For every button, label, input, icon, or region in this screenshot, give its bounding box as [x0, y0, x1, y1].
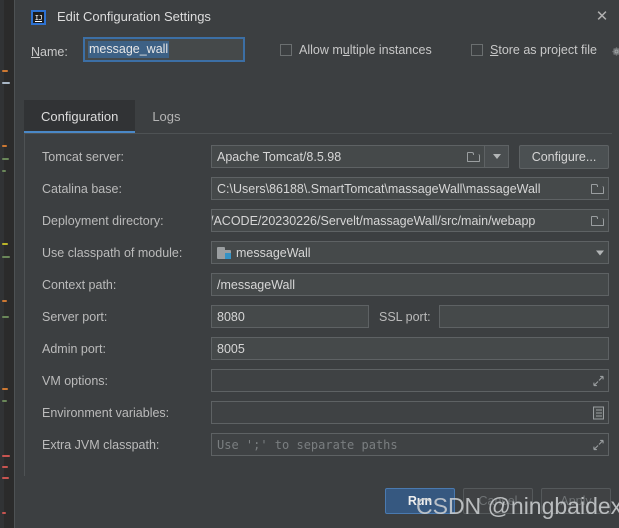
admin-port-value: 8005	[217, 341, 245, 356]
tomcat-server-input[interactable]: Apache Tomcat/8.5.98	[211, 145, 485, 168]
tab-configuration[interactable]: Configuration	[24, 100, 136, 134]
configure-button[interactable]: Configure...	[519, 145, 609, 169]
dialog-footer: Run Cancel Apply	[15, 476, 619, 528]
tomcat-server-value: Apache Tomcat/8.5.98	[217, 149, 342, 164]
field-row-context-path: Context path: /messageWall	[25, 270, 612, 301]
deployment-directory-label: Deployment directory:	[42, 214, 164, 228]
gear-icon[interactable]	[611, 46, 619, 57]
extra-jvm-classpath-label: Extra JVM classpath:	[42, 438, 160, 452]
module-icon	[217, 246, 231, 259]
configuration-form: Tomcat server: Apache Tomcat/8.5.98 Conf…	[24, 133, 612, 476]
extra-jvm-classpath-placeholder: Use ';' to separate paths	[217, 437, 398, 452]
edit-configuration-dialog: IJ Edit Configuration Settings ✕ Name: m…	[14, 0, 619, 528]
background-editor-strip	[0, 0, 14, 528]
catalina-base-input[interactable]: C:\Users\86188\.SmartTomcat\massageWall\…	[211, 177, 609, 200]
catalina-base-label: Catalina base:	[42, 182, 122, 196]
checkbox-allow-multiple-instances[interactable]: Allow multiple instances	[280, 43, 432, 57]
environment-variables-input[interactable]	[211, 401, 609, 424]
chevron-down-icon[interactable]	[596, 250, 604, 255]
context-path-input[interactable]: /messageWall	[211, 273, 609, 296]
field-row-server-port: Server port: 8080 SSL port:	[25, 302, 612, 333]
environment-variables-label: Environment variables:	[42, 406, 170, 420]
tomcat-server-label: Tomcat server:	[42, 150, 124, 164]
admin-port-label: Admin port:	[42, 342, 106, 356]
field-row-environment-variables: Environment variables:	[25, 398, 612, 429]
folder-icon[interactable]	[591, 215, 604, 226]
name-input[interactable]: message_wall	[83, 37, 245, 62]
run-button[interactable]: Run	[385, 488, 455, 514]
server-port-label: Server port:	[42, 310, 108, 324]
name-label: Name:	[31, 45, 68, 59]
field-row-catalina-base: Catalina base: C:\Users\86188\.SmartTomc…	[25, 174, 612, 205]
tomcat-server-dropdown[interactable]	[485, 145, 509, 168]
field-row-vm-options: VM options:	[25, 366, 612, 397]
vm-options-input[interactable]	[211, 369, 609, 392]
server-port-value: 8080	[217, 309, 245, 324]
checkbox-label: Store as project file	[490, 43, 598, 57]
close-icon[interactable]: ✕	[592, 6, 612, 26]
checkbox-box	[471, 44, 483, 56]
field-row-use-classpath-of-module: Use classpath of module: messageWall	[25, 238, 612, 269]
deployment-directory-value: /ACODE/20230226/Servelt/massageWall/src/…	[211, 213, 536, 228]
field-row-admin-port: Admin port: 8005	[25, 334, 612, 365]
checkbox-box	[280, 44, 292, 56]
deployment-directory-input[interactable]: /ACODE/20230226/Servelt/massageWall/src/…	[211, 209, 609, 232]
admin-port-input[interactable]: 8005	[211, 337, 609, 360]
dialog-tabs: Configuration Logs	[24, 100, 198, 134]
ssl-port-input[interactable]	[439, 305, 609, 328]
use-classpath-of-module-combobox[interactable]: messageWall	[211, 241, 609, 264]
use-classpath-of-module-value: messageWall	[236, 245, 311, 260]
extra-jvm-classpath-input[interactable]: Use ';' to separate paths	[211, 433, 609, 456]
chevron-down-icon	[492, 154, 501, 159]
folder-icon[interactable]	[591, 183, 604, 194]
intellij-idea-icon: IJ	[31, 10, 46, 25]
server-port-input[interactable]: 8080	[211, 305, 369, 328]
editor-gutter	[0, 0, 4, 528]
context-path-value: /messageWall	[217, 277, 296, 292]
configuration-name-row: Name: message_wall Allow multiple instan…	[15, 34, 619, 70]
folder-icon[interactable]	[467, 151, 480, 162]
list-editor-icon[interactable]	[593, 406, 604, 419]
field-row-deployment-directory: Deployment directory: /ACODE/20230226/Se…	[25, 206, 612, 237]
field-row-extra-jvm-classpath: Extra JVM classpath: Use ';' to separate…	[25, 430, 612, 461]
expand-icon[interactable]	[593, 375, 604, 386]
cancel-button[interactable]: Cancel	[463, 488, 533, 514]
dialog-title: Edit Configuration Settings	[57, 9, 211, 24]
vm-options-label: VM options:	[42, 374, 109, 388]
catalina-base-value: C:\Users\86188\.SmartTomcat\massageWall\…	[217, 181, 541, 196]
use-classpath-of-module-label: Use classpath of module:	[42, 246, 183, 260]
ssl-port-label: SSL port:	[379, 310, 431, 324]
checkbox-label: Allow multiple instances	[299, 43, 432, 57]
field-row-tomcat-server: Tomcat server: Apache Tomcat/8.5.98 Conf…	[25, 142, 612, 173]
checkbox-store-as-project-file[interactable]: Store as project file	[471, 43, 597, 57]
context-path-label: Context path:	[42, 278, 117, 292]
expand-icon[interactable]	[593, 439, 604, 450]
apply-button[interactable]: Apply	[541, 488, 611, 514]
dialog-titlebar: IJ Edit Configuration Settings ✕	[15, 0, 619, 34]
name-input-value: message_wall	[88, 41, 170, 58]
tab-logs[interactable]: Logs	[135, 100, 197, 133]
